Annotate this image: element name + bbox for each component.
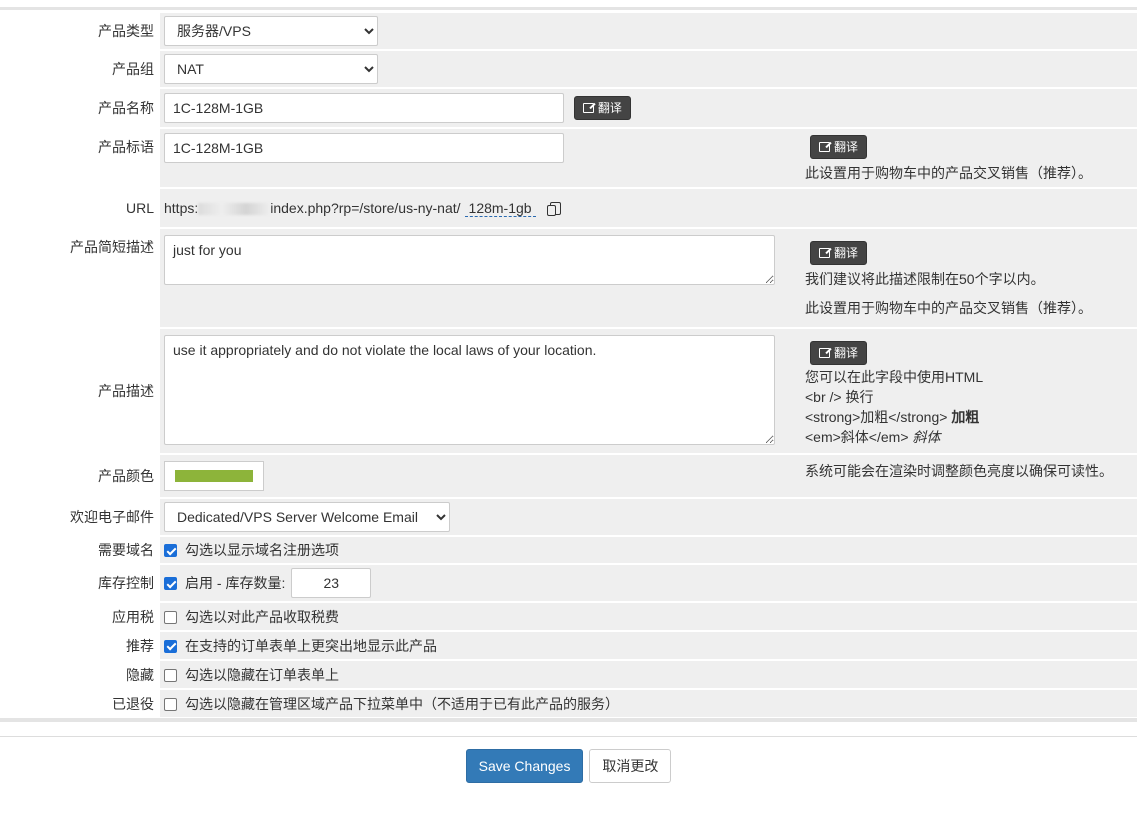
url-label: URL: [0, 189, 160, 227]
product-name-input[interactable]: [164, 93, 564, 123]
url-prefix: https:: [164, 200, 199, 216]
product-details-form: 产品类型 服务器/VPS 产品组 NAT 产品名称 翻译 产品标语 翻译: [0, 11, 1137, 719]
form-footer: Save Changes 取消更改: [0, 736, 1137, 783]
require-domain-text: 勾选以显示域名注册选项: [185, 542, 339, 558]
stock-control-text: 启用 - 库存数量:: [185, 575, 286, 591]
retired-label: 已退役: [0, 690, 160, 717]
cancel-changes-button[interactable]: 取消更改: [589, 749, 672, 783]
product-color-label: 产品颜色: [0, 455, 160, 497]
description-help-em: <em>斜体</em> 斜体: [805, 429, 941, 445]
short-description-help-length: 我们建议将此描述限制在50个字以内。: [805, 271, 1045, 287]
product-name-translate-button[interactable]: 翻译: [573, 96, 631, 120]
redacted-domain: [198, 203, 271, 216]
product-group-select[interactable]: NAT: [164, 54, 378, 84]
edit-icon: [582, 103, 594, 113]
stock-control-checkbox[interactable]: [164, 577, 177, 590]
save-changes-button[interactable]: Save Changes: [465, 749, 584, 783]
welcome-email-label: 欢迎电子邮件: [0, 499, 160, 535]
stock-quantity-input[interactable]: [291, 568, 372, 598]
stock-control-label: 库存控制: [0, 565, 160, 601]
product-tagline-translate-button[interactable]: 翻译: [810, 135, 868, 159]
url-path: index.php?rp=/store/us-ny-nat/: [270, 200, 461, 216]
tagline-help-text: 此设置用于购物车中的产品交叉销售（推荐）。: [805, 165, 1092, 181]
edit-icon: [819, 348, 830, 358]
featured-checkbox[interactable]: [164, 639, 177, 653]
apply-tax-label: 应用税: [0, 603, 160, 630]
retired-text: 勾选以隐藏在管理区域产品下拉菜单中（不适用于已有此产品的服务）: [185, 695, 619, 712]
product-color-picker[interactable]: [164, 461, 264, 491]
description-help-strong: <strong>加粗</strong> 加粗: [805, 409, 980, 425]
hidden-label: 隐藏: [0, 661, 160, 688]
product-name-label: 产品名称: [0, 89, 160, 127]
short-description-translate-button[interactable]: 翻译: [810, 241, 868, 265]
product-group-label: 产品组: [0, 51, 160, 87]
description-textarea[interactable]: use it appropriately and do not violate …: [164, 335, 775, 445]
description-label: 产品描述: [0, 329, 160, 453]
description-translate-button[interactable]: 翻译: [810, 341, 868, 365]
apply-tax-checkbox[interactable]: [164, 610, 177, 624]
product-type-select[interactable]: 服务器/VPS: [164, 16, 378, 46]
edit-icon: [819, 142, 830, 152]
welcome-email-select[interactable]: Dedicated/VPS Server Welcome Email: [164, 502, 450, 532]
edit-icon: [819, 248, 830, 258]
description-help-br: <br /> 换行: [805, 389, 874, 405]
require-domain-checkbox[interactable]: [164, 544, 177, 557]
product-tagline-input[interactable]: [164, 133, 564, 163]
retired-checkbox[interactable]: [164, 697, 177, 711]
featured-label: 推荐: [0, 632, 160, 659]
product-type-label: 产品类型: [0, 13, 160, 49]
copy-icon[interactable]: [546, 202, 561, 216]
short-description-label: 产品简短描述: [0, 229, 160, 327]
product-tagline-label: 产品标语: [0, 129, 160, 187]
url-slug-editable[interactable]: 128m-1gb: [464, 200, 536, 217]
hidden-text: 勾选以隐藏在订单表单上: [185, 666, 339, 683]
featured-text: 在支持的订单表单上更突出地显示此产品: [185, 637, 437, 654]
short-description-textarea[interactable]: just for you: [164, 235, 775, 285]
apply-tax-text: 勾选以对此产品收取税费: [185, 608, 339, 625]
bottom-divider: [0, 718, 1137, 722]
require-domain-label: 需要域名: [0, 537, 160, 563]
top-divider: [0, 0, 1137, 10]
short-description-help-crosssell: 此设置用于购物车中的产品交叉销售（推荐）。: [805, 300, 1092, 316]
product-color-swatch: [175, 470, 253, 482]
description-help-html: 您可以在此字段中使用HTML: [805, 369, 984, 385]
product-color-help: 系统可能会在渲染时调整颜色亮度以确保可读性。: [801, 455, 1137, 497]
hidden-checkbox[interactable]: [164, 668, 177, 682]
